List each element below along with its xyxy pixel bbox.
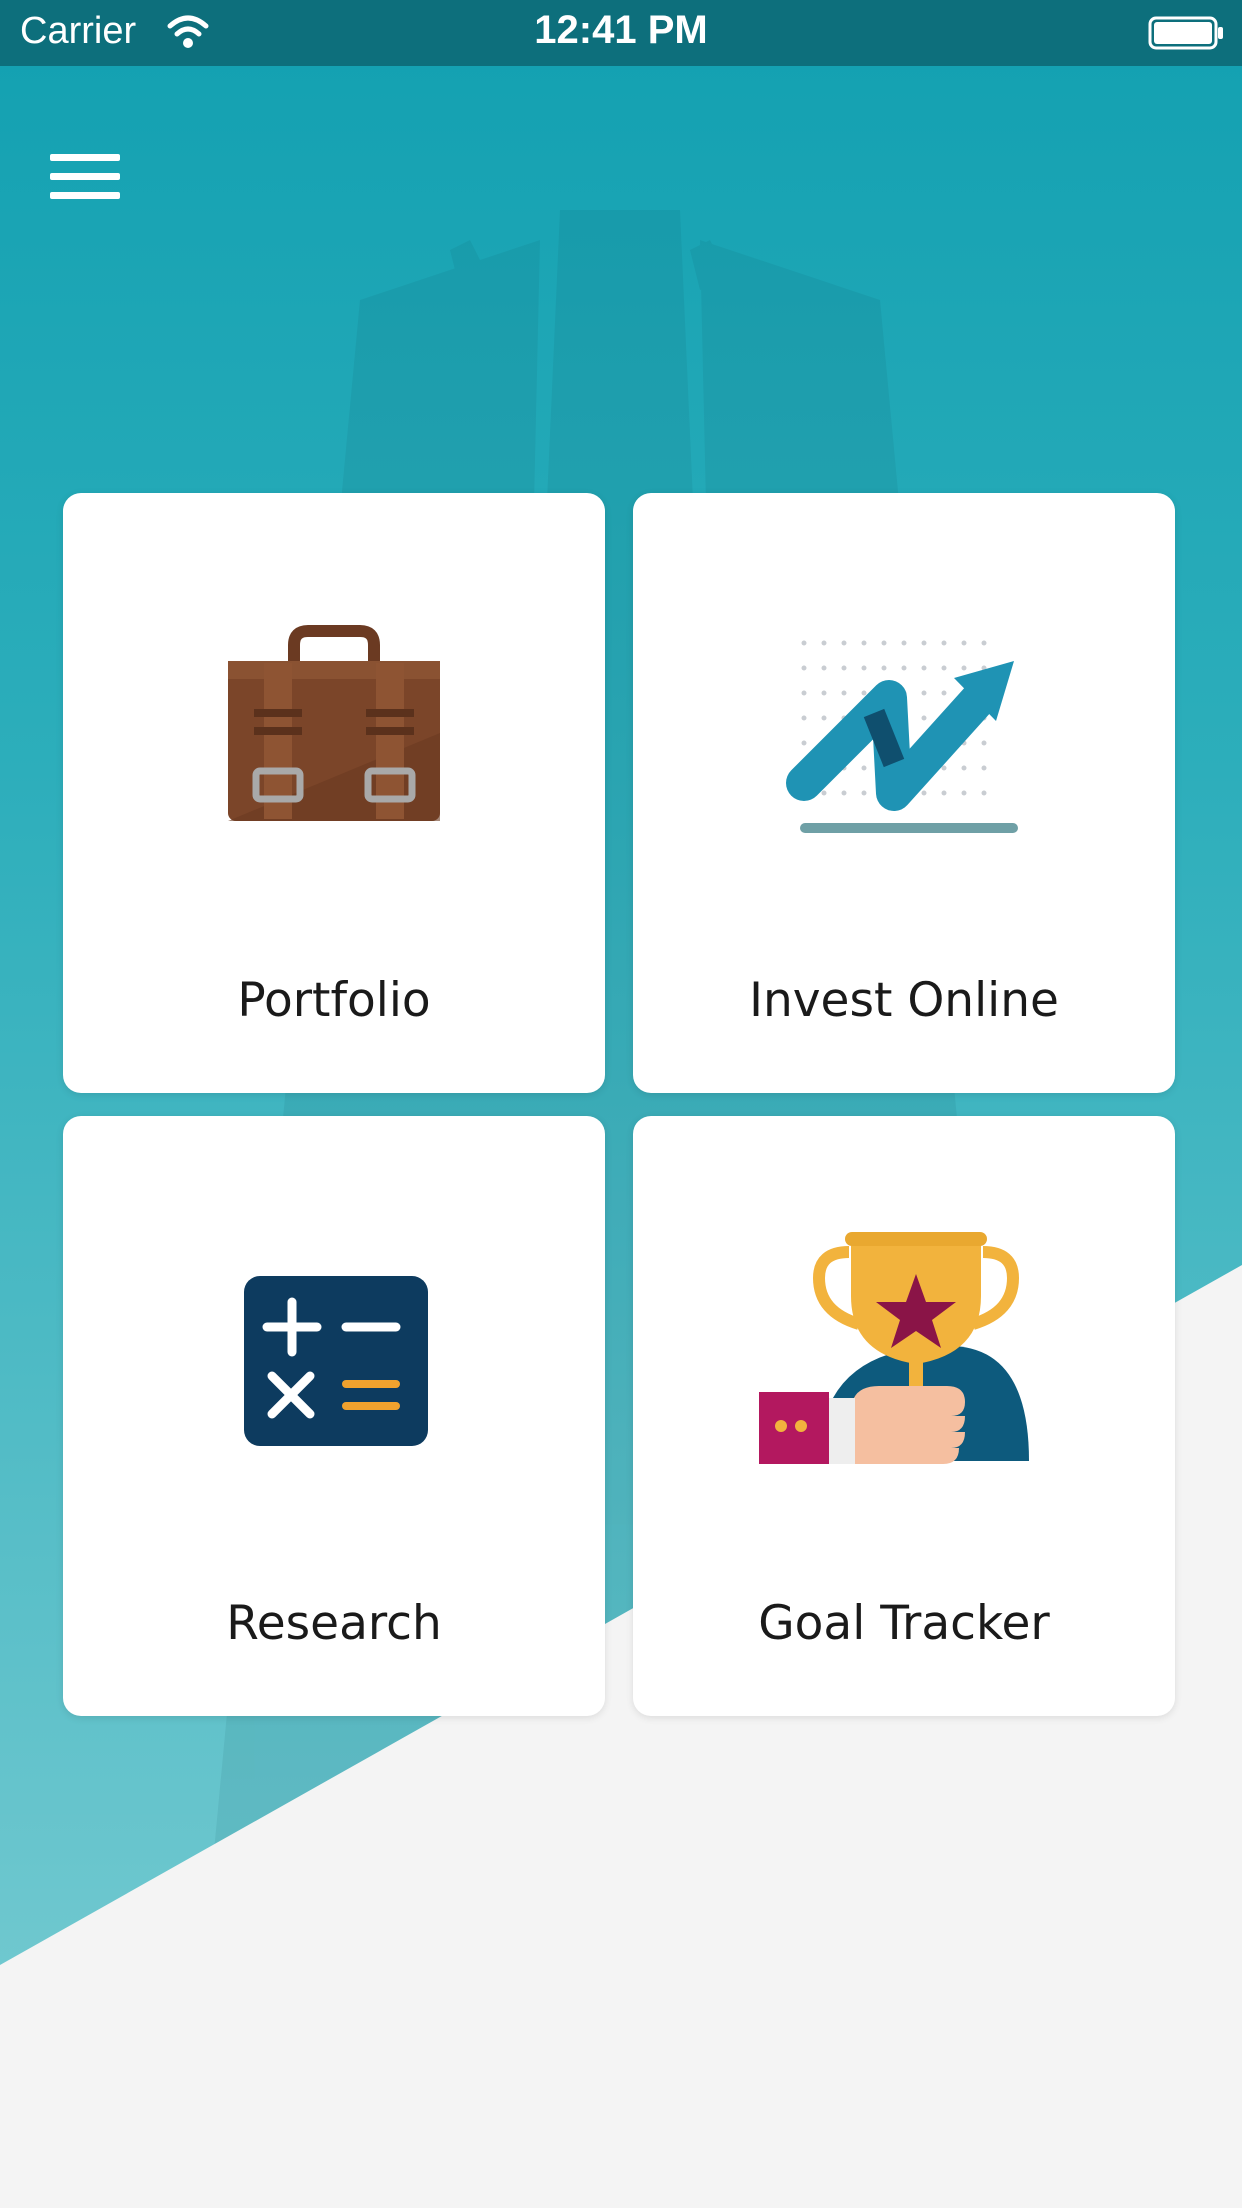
- clock-time: 12:41 PM: [534, 8, 708, 52]
- goal-tracker-label: Goal Tracker: [758, 1596, 1050, 1651]
- portfolio-tile[interactable]: Portfolio: [63, 493, 605, 1093]
- research-tile[interactable]: Research: [63, 1116, 605, 1716]
- invest-online-tile[interactable]: Invest Online: [633, 493, 1175, 1093]
- growth-arrow-chart-icon: [786, 640, 1018, 833]
- status-bar: Carrier 12:41 PM: [0, 0, 1242, 66]
- goal-tracker-tile[interactable]: Goal Tracker: [633, 1116, 1175, 1716]
- research-label: Research: [226, 1596, 442, 1651]
- invest-online-label: Invest Online: [749, 973, 1059, 1028]
- teal-background: [0, 0, 1242, 1965]
- app-screen: Carrier 12:41 PM Portfolio Invest Online…: [0, 0, 1242, 2208]
- hamburger-menu-icon[interactable]: [50, 150, 126, 204]
- briefcase-icon: [228, 625, 440, 821]
- portfolio-label: Portfolio: [237, 973, 431, 1028]
- battery-full-icon: [1148, 16, 1223, 50]
- trophy-hand-icon: [759, 1232, 1029, 1464]
- calculator-icon: [244, 1276, 428, 1446]
